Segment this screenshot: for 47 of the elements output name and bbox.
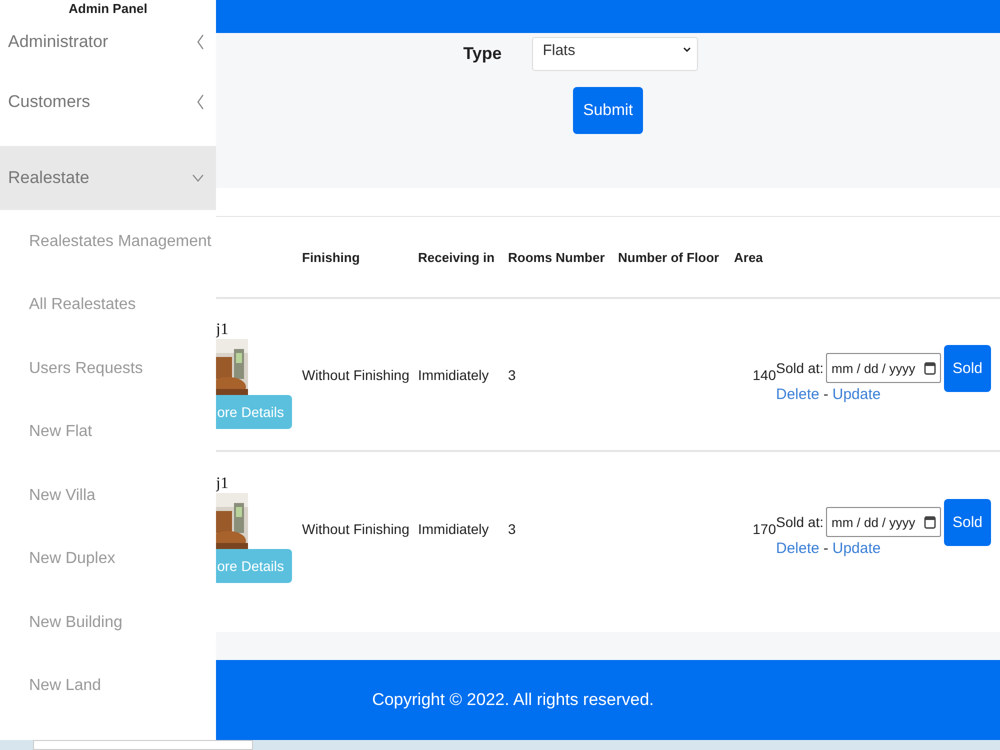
- calendar-icon: [924, 361, 936, 375]
- sidebar-item[interactable]: Realestate: [0, 146, 216, 210]
- sold-button[interactable]: Sold: [944, 498, 991, 546]
- type-label: Type: [463, 44, 502, 64]
- submenu-item[interactable]: All Realestates: [0, 274, 216, 337]
- sold-button[interactable]: Sold: [944, 344, 991, 392]
- table-cell: Without Finishing: [302, 520, 410, 536]
- caret-icon: [682, 47, 691, 53]
- table-cell: Immidiately: [418, 366, 489, 382]
- sold-at-label: Sold at:: [776, 360, 824, 376]
- table-cell: Without Finishing: [302, 366, 410, 382]
- chevron-left-icon: [197, 34, 204, 50]
- table-cell: 3: [508, 366, 516, 382]
- column-header: Receiving in: [418, 250, 495, 264]
- chevron-left-icon: [197, 94, 204, 110]
- table-cell: 170: [752, 520, 776, 536]
- update-link[interactable]: Update: [832, 386, 881, 402]
- table-cell: 3: [508, 520, 516, 536]
- sold-at-label: Sold at:: [776, 514, 824, 530]
- column-header: Finishing: [302, 250, 360, 264]
- table-cell: 140: [752, 366, 776, 382]
- submit-button[interactable]: Submit: [573, 87, 643, 134]
- submenu-item[interactable]: New Land: [0, 654, 216, 718]
- date-field[interactable]: mm / dd / yyyy: [826, 353, 942, 383]
- submenu-item[interactable]: Users Requests: [0, 337, 216, 400]
- update-link[interactable]: Update: [832, 540, 881, 556]
- date-field[interactable]: mm / dd / yyyy: [826, 507, 942, 537]
- submenu-item[interactable]: New Duplex: [0, 528, 216, 591]
- calendar-icon: [924, 515, 936, 529]
- column-header: Area: [734, 250, 763, 264]
- delete-link[interactable]: Delete: [776, 540, 820, 556]
- type-select[interactable]: Flats: [532, 37, 698, 71]
- separator-text: -: [823, 386, 828, 402]
- details-button[interactable]: ore Details: [216, 394, 292, 428]
- separator-text: -: [823, 540, 828, 556]
- submenu-item[interactable]: New Building: [0, 591, 216, 654]
- panel-title: Admin Panel: [68, 0, 148, 18]
- submenu-item[interactable]: New Villa: [0, 464, 216, 528]
- column-header: Rooms Number: [508, 250, 605, 264]
- column-header: Number of Floor: [618, 250, 720, 264]
- submenu-item[interactable]: Realestates Management: [0, 210, 216, 274]
- submenu-item[interactable]: New Flat: [0, 400, 216, 464]
- chevron-down-icon: [192, 174, 204, 182]
- table-cell: Immidiately: [418, 520, 489, 536]
- copyright-text: Copyright © 2022. All rights reserved.: [372, 690, 654, 710]
- details-button[interactable]: ore Details: [216, 548, 292, 582]
- delete-link[interactable]: Delete: [776, 386, 820, 402]
